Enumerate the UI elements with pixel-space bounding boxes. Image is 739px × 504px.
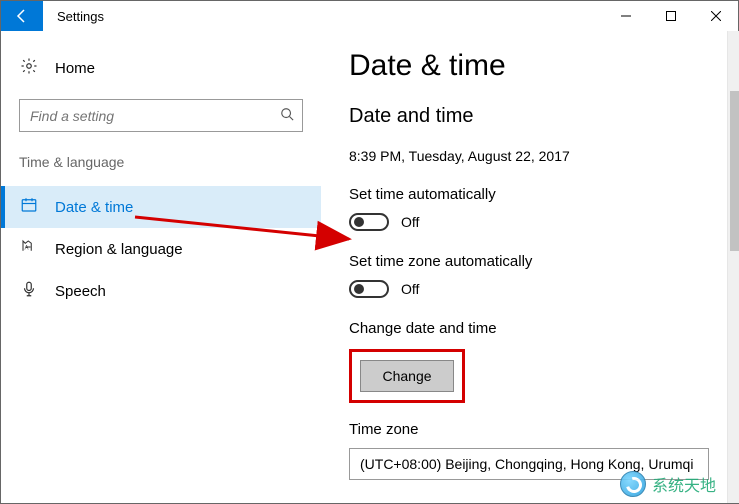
- timezone-value: (UTC+08:00) Beijing, Chongqing, Hong Kon…: [360, 456, 693, 472]
- highlight-box: Change: [349, 349, 465, 403]
- sidebar-category: Time & language: [1, 154, 321, 170]
- auto-time-state: Off: [401, 214, 419, 230]
- auto-tz-toggle[interactable]: [349, 280, 389, 298]
- window-title: Settings: [43, 1, 603, 31]
- back-button[interactable]: [1, 1, 43, 31]
- sidebar-item-label: Date & time: [55, 199, 133, 216]
- auto-time-label: Set time automatically: [349, 186, 709, 203]
- title-bar: Settings: [1, 1, 738, 31]
- current-datetime: 8:39 PM, Tuesday, August 22, 2017: [349, 148, 709, 164]
- home-link[interactable]: Home: [1, 51, 321, 93]
- microphone-icon: [19, 280, 39, 302]
- search-box[interactable]: [19, 99, 303, 132]
- section-heading: Date and time: [349, 105, 709, 128]
- watermark-text: 系统天地: [652, 472, 716, 496]
- auto-tz-label: Set time zone automatically: [349, 253, 709, 270]
- maximize-button[interactable]: [648, 1, 693, 31]
- auto-time-toggle[interactable]: [349, 213, 389, 231]
- watermark: 系统天地: [620, 471, 716, 497]
- search-icon: [280, 107, 294, 124]
- search-input[interactable]: [28, 107, 280, 125]
- sidebar-item-date-time[interactable]: Date & time: [1, 186, 321, 228]
- sidebar-item-label: Region & language: [55, 241, 183, 258]
- clock-icon: [19, 196, 39, 218]
- change-datetime-label: Change date and time: [349, 320, 709, 337]
- minimize-button[interactable]: [603, 1, 648, 31]
- watermark-logo-icon: [620, 471, 646, 497]
- change-button[interactable]: Change: [360, 360, 454, 392]
- scrollbar[interactable]: [727, 31, 739, 503]
- page-heading: Date & time: [349, 49, 709, 83]
- auto-tz-state: Off: [401, 281, 419, 297]
- sidebar-item-region-language[interactable]: A Region & language: [1, 228, 321, 270]
- window-controls: [603, 1, 738, 31]
- content-pane: Date & time Date and time 8:39 PM, Tuesd…: [321, 31, 727, 503]
- sidebar: Home Time & language Date & time A: [1, 31, 321, 503]
- globe-icon: A: [19, 238, 39, 260]
- home-label: Home: [55, 60, 95, 77]
- sidebar-item-label: Speech: [55, 283, 106, 300]
- timezone-label: Time zone: [349, 421, 709, 438]
- close-button[interactable]: [693, 1, 738, 31]
- sidebar-item-speech[interactable]: Speech: [1, 270, 321, 312]
- svg-text:A: A: [25, 245, 29, 251]
- scrollbar-thumb[interactable]: [730, 91, 739, 251]
- gear-icon: [19, 57, 39, 79]
